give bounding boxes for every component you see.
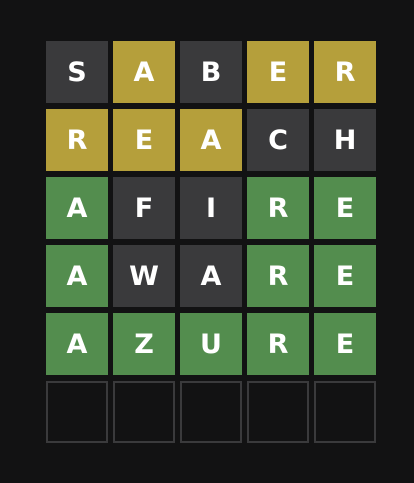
tile: A — [180, 245, 242, 307]
tile: R — [46, 109, 108, 171]
tile: A — [46, 245, 108, 307]
tile: C — [247, 109, 309, 171]
tile: E — [314, 245, 376, 307]
tile: W — [113, 245, 175, 307]
tile: A — [46, 313, 108, 375]
tile: R — [247, 177, 309, 239]
tile: R — [314, 41, 376, 103]
empty-tile — [247, 381, 309, 443]
tile: S — [46, 41, 108, 103]
tile: H — [314, 109, 376, 171]
empty-tile — [180, 381, 242, 443]
empty-tile — [113, 381, 175, 443]
tile: U — [180, 313, 242, 375]
tile: A — [46, 177, 108, 239]
tile: R — [247, 245, 309, 307]
game-board: S A B E R R E A C H A F I R E A W A R E … — [46, 41, 376, 443]
tile: B — [180, 41, 242, 103]
tile: E — [314, 177, 376, 239]
empty-tile — [314, 381, 376, 443]
tile: E — [314, 313, 376, 375]
tile: I — [180, 177, 242, 239]
tile: A — [180, 109, 242, 171]
tile: F — [113, 177, 175, 239]
tile: E — [247, 41, 309, 103]
tile: R — [247, 313, 309, 375]
tile: E — [113, 109, 175, 171]
tile: Z — [113, 313, 175, 375]
tile: A — [113, 41, 175, 103]
empty-tile — [46, 381, 108, 443]
